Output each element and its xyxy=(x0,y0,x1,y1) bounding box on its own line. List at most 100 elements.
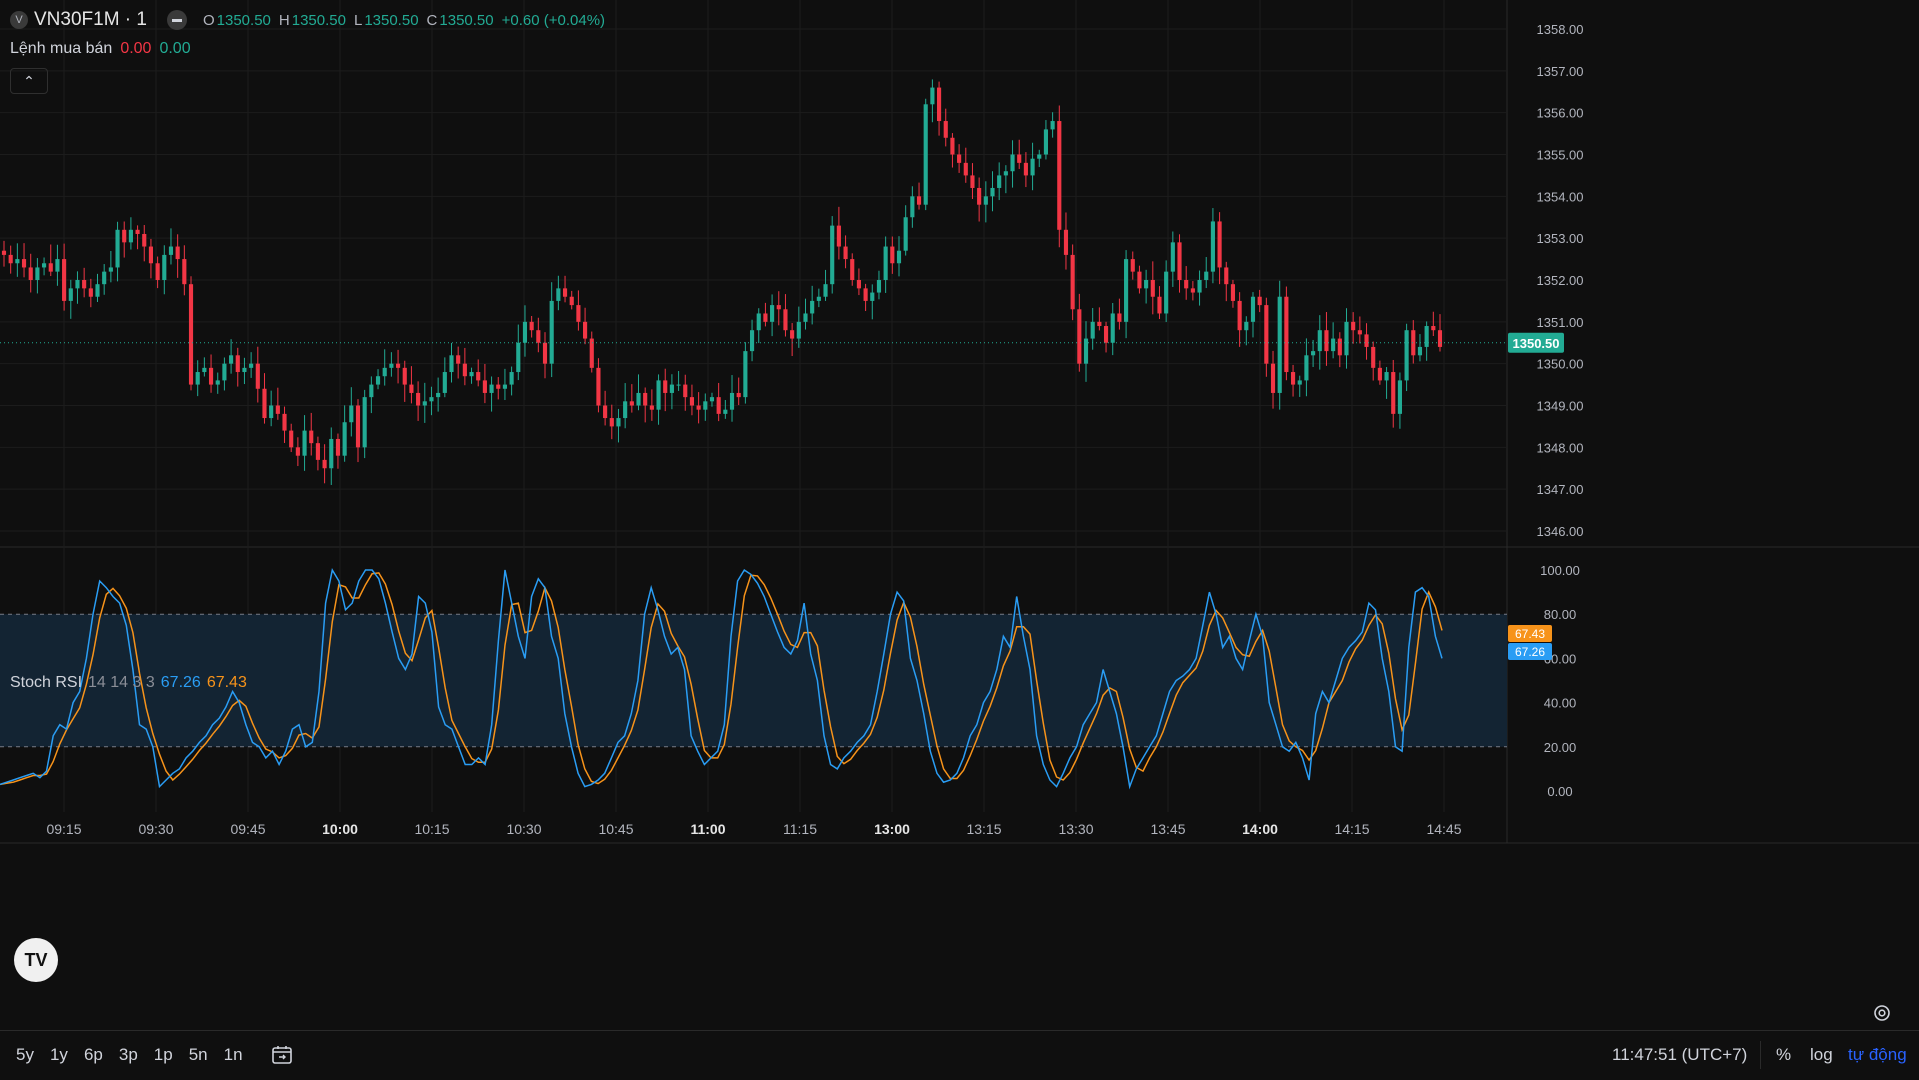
time-tick-label: 10:15 xyxy=(414,821,449,837)
collapse-legend-button[interactable]: ⌃ xyxy=(10,68,48,94)
candle-body xyxy=(923,104,928,205)
time-tick-label: 11:15 xyxy=(783,821,817,837)
candle-body xyxy=(1417,346,1423,356)
candle-body xyxy=(1230,284,1236,301)
candle-body xyxy=(957,154,962,163)
range-3p[interactable]: 3p xyxy=(119,1045,138,1065)
candle-body xyxy=(208,367,214,385)
price-tick-label: 1346.00 xyxy=(1537,524,1584,539)
indicator-name[interactable]: Stoch RSI xyxy=(10,674,82,692)
candle-body xyxy=(616,418,621,427)
price-tick-label: 1351.00 xyxy=(1537,315,1584,330)
settings-gear-icon[interactable] xyxy=(1872,1003,1892,1023)
candle-body xyxy=(42,263,47,268)
candle-body xyxy=(1150,280,1155,297)
candle-body xyxy=(202,367,207,373)
time-tick-label: 14:45 xyxy=(1426,821,1461,837)
candle-body xyxy=(623,401,628,419)
candle-body xyxy=(562,288,568,297)
range-6p[interactable]: 6p xyxy=(84,1045,103,1065)
calendar-goto-icon[interactable] xyxy=(270,1043,294,1067)
candle-body xyxy=(876,280,882,293)
candle-body xyxy=(1397,380,1402,414)
candle-body xyxy=(162,254,167,280)
last-price-label: 1350.50 xyxy=(1513,336,1560,351)
candle-body xyxy=(1003,171,1008,176)
candle-body xyxy=(916,196,922,205)
candle-body xyxy=(529,321,534,331)
collapse-series-button[interactable] xyxy=(166,10,187,30)
percent-scale-toggle[interactable]: % xyxy=(1776,1045,1791,1065)
candle-body xyxy=(1217,221,1222,268)
candle-body xyxy=(870,292,875,301)
candle-body xyxy=(903,217,908,251)
clock-timezone[interactable]: 11:47:51 (UTC+7) xyxy=(1612,1045,1747,1065)
low-label: L xyxy=(353,11,363,29)
range-1y[interactable]: 1y xyxy=(50,1045,68,1065)
price-tick-label: 1358.00 xyxy=(1537,22,1584,37)
candle-body xyxy=(703,401,708,410)
candle-body xyxy=(1097,321,1102,327)
candle-body xyxy=(289,430,294,448)
candle-body xyxy=(930,87,935,105)
candle-body xyxy=(315,443,320,460)
candle-body xyxy=(830,225,835,285)
price-tick-label: 1356.00 xyxy=(1537,106,1584,121)
time-tick-label: 13:30 xyxy=(1058,821,1093,837)
orders-label[interactable]: Lệnh mua bán xyxy=(10,40,112,58)
candle-body xyxy=(1384,372,1389,381)
candle-body xyxy=(756,313,761,331)
candle-body xyxy=(843,246,848,260)
candle-body xyxy=(255,363,260,389)
time-tick-label: 10:30 xyxy=(506,821,541,837)
candle-body xyxy=(269,405,274,419)
candle-body xyxy=(542,342,548,364)
candle-body xyxy=(1057,121,1062,230)
range-5y[interactable]: 5y xyxy=(16,1045,34,1065)
chart-area[interactable]: 1358.00 1357.00 1356.00 1355.00 1354.00 1353.… xyxy=(0,0,1919,1030)
candle-body xyxy=(442,372,447,393)
open-label: O xyxy=(202,11,215,29)
range-5n[interactable]: 5n xyxy=(189,1045,208,1065)
candle-body xyxy=(816,296,821,301)
candle-body xyxy=(963,162,968,176)
range-1p[interactable]: 1p xyxy=(154,1045,173,1065)
candle-body xyxy=(168,246,174,255)
orders-buy-value: 0.00 xyxy=(159,40,191,57)
candle-body xyxy=(1337,338,1342,356)
candle-body xyxy=(275,405,280,414)
candle-body xyxy=(369,384,374,398)
candle-body xyxy=(249,363,254,368)
auto-scale-toggle[interactable]: tự động xyxy=(1848,1045,1907,1065)
candle-body xyxy=(1130,259,1135,272)
candle-body xyxy=(997,175,1002,188)
candle-body xyxy=(763,313,768,322)
time-tick-label: 09:15 xyxy=(46,821,81,837)
candle-body xyxy=(1030,158,1035,176)
candle-body xyxy=(1277,296,1282,393)
stoch-k-tag-label: 67.26 xyxy=(1515,645,1545,659)
candle-body xyxy=(8,254,13,264)
candle-body xyxy=(1050,121,1055,130)
time-tick-label: 10:00 xyxy=(322,821,358,837)
candle-body xyxy=(1317,330,1322,352)
range-buttons: 5y 1y 6p 3p 1p 5n 1n xyxy=(16,1045,243,1065)
candle-body xyxy=(883,246,888,280)
candle-body xyxy=(215,380,220,385)
candle-body xyxy=(669,384,674,393)
range-1n[interactable]: 1n xyxy=(224,1045,243,1065)
candle-body xyxy=(583,321,588,339)
candle-body xyxy=(823,284,828,297)
candle-body xyxy=(282,413,287,431)
symbol-name[interactable]: VN30F1M · 1 xyxy=(34,9,147,31)
candle-body xyxy=(1224,267,1229,285)
candle-body xyxy=(155,263,160,280)
candle-body xyxy=(1124,259,1129,322)
candle-body xyxy=(629,401,634,406)
candle-body xyxy=(15,259,20,264)
candle-body xyxy=(68,288,73,301)
log-scale-toggle[interactable]: log xyxy=(1810,1045,1833,1065)
rsi-tick-label: 40.00 xyxy=(1544,696,1577,711)
tradingview-logo[interactable]: TV xyxy=(14,938,58,982)
candle-body xyxy=(482,380,487,393)
